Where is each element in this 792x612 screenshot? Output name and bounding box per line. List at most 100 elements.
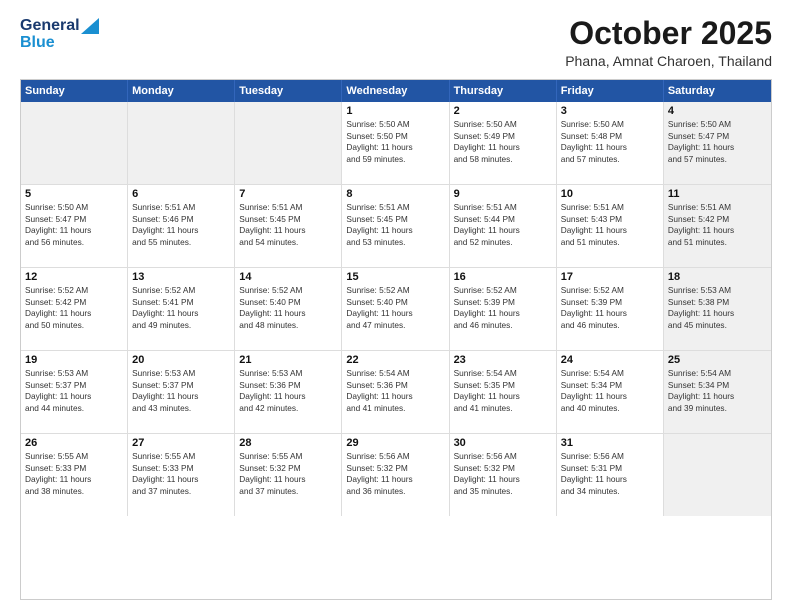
calendar-cell: 24Sunrise: 5:54 AMSunset: 5:34 PMDayligh… <box>557 351 664 433</box>
cell-info-line: and 48 minutes. <box>239 320 337 332</box>
cell-info-line: and 41 minutes. <box>346 403 444 415</box>
cell-info-line: Sunset: 5:46 PM <box>132 214 230 226</box>
cell-info-line: Daylight: 11 hours <box>454 142 552 154</box>
calendar-cell: 31Sunrise: 5:56 AMSunset: 5:31 PMDayligh… <box>557 434 664 516</box>
calendar-cell: 18Sunrise: 5:53 AMSunset: 5:38 PMDayligh… <box>664 268 771 350</box>
cell-info-line: Sunrise: 5:51 AM <box>132 202 230 214</box>
cell-info-line: Sunset: 5:45 PM <box>346 214 444 226</box>
calendar-week: 19Sunrise: 5:53 AMSunset: 5:37 PMDayligh… <box>21 351 771 434</box>
calendar-cell: 1Sunrise: 5:50 AMSunset: 5:50 PMDaylight… <box>342 102 449 184</box>
calendar-cell: 12Sunrise: 5:52 AMSunset: 5:42 PMDayligh… <box>21 268 128 350</box>
calendar-cell: 19Sunrise: 5:53 AMSunset: 5:37 PMDayligh… <box>21 351 128 433</box>
calendar-body: 1 Sunrise: 5:50 AM Sunset: 5:50 PM Daylight… <box>21 102 771 516</box>
cell-info-line: Daylight: 11 hours <box>239 308 337 320</box>
cell-info-line: and 57 minutes. <box>561 154 659 166</box>
cell-info-line: Sunset: 5:40 PM <box>239 297 337 309</box>
cell-info-line: and 39 minutes. <box>668 403 767 415</box>
cell-info-line: Sunrise: 5:51 AM <box>454 202 552 214</box>
cell-info-line: and 51 minutes. <box>668 237 767 249</box>
calendar-cell: 22Sunrise: 5:54 AMSunset: 5:36 PMDayligh… <box>342 351 449 433</box>
cell-info-line: Daylight: 11 hours <box>668 142 767 154</box>
weekday-header: Sunday <box>21 80 128 102</box>
calendar-cell: 14Sunrise: 5:52 AMSunset: 5:40 PMDayligh… <box>235 268 342 350</box>
day-number: 23 <box>454 354 552 366</box>
cell-info-line: Sunset: 5:43 PM <box>561 214 659 226</box>
cell-info-line: Daylight: 11 hours <box>239 474 337 486</box>
day-number: 29 <box>346 437 444 449</box>
cell-info-line: and 44 minutes. <box>25 403 123 415</box>
logo-blue: Blue <box>20 33 99 52</box>
calendar-cell: 17 Sunrise: 5:52 AMSunset: 5:39 PMDayligh… <box>557 268 664 350</box>
cell-info-line: Sunset: 5:47 PM <box>668 131 767 143</box>
cell-info-line: and 51 minutes. <box>561 237 659 249</box>
main-title: October 2025 <box>565 16 772 51</box>
cell-info-line: Daylight: 11 hours <box>346 225 444 237</box>
cell-info-line: Sunset: 5:33 PM <box>132 463 230 475</box>
cell-info-line: Sunrise: 5:52 AM <box>239 285 337 297</box>
cell-info-line: Sunset: 5:49 PM <box>454 131 552 143</box>
cell-info-line: Sunrise: 5:52 AM <box>132 285 230 297</box>
day-number: 2 <box>454 105 552 117</box>
cell-info-line: Daylight: 11 hours <box>132 225 230 237</box>
cell-info-line: Daylight: 11 hours <box>454 225 552 237</box>
day-number: 8 <box>346 188 444 200</box>
cell-info-line: Sunrise: 5:53 AM <box>25 368 123 380</box>
cell-info-line: Daylight: 11 hours <box>25 225 123 237</box>
cell-info-line: Sunset: 5:39 PM <box>561 297 659 309</box>
calendar-cell <box>664 434 771 516</box>
day-number: 13 <box>132 271 230 283</box>
cell-info-line: Daylight: 11 hours <box>25 391 123 403</box>
day-number: 6 <box>132 188 230 200</box>
cell-info-line: and 52 minutes. <box>454 237 552 249</box>
cell-info-line: and 55 minutes. <box>132 237 230 249</box>
cell-info-line: Daylight: 11 hours <box>239 391 337 403</box>
day-number: 4 <box>668 105 767 117</box>
day-number: 18 <box>668 271 767 283</box>
day-number: 9 <box>454 188 552 200</box>
cell-info-line: and 36 minutes. <box>346 486 444 498</box>
cell-info-line: Sunset: 5:48 PM <box>561 131 659 143</box>
cell-info-line: and 58 minutes. <box>454 154 552 166</box>
calendar-cell <box>235 102 342 184</box>
cell-info-line: Sunrise: 5:50 AM <box>25 202 123 214</box>
cell-info-line: Sunset: 5:44 PM <box>454 214 552 226</box>
weekday-header: Saturday <box>664 80 771 102</box>
day-number: 31 <box>561 437 659 449</box>
calendar-week: 26Sunrise: 5:55 AMSunset: 5:33 PMDayligh… <box>21 434 771 516</box>
weekday-header: Friday <box>557 80 664 102</box>
cell-info-line: Sunset: 5:42 PM <box>668 214 767 226</box>
cell-info-line: Sunset: 5:40 PM <box>346 297 444 309</box>
cell-info-line: and 49 minutes. <box>132 320 230 332</box>
cell-info-line: Sunrise: 5:51 AM <box>561 202 659 214</box>
title-block: October 2025 Phana, Amnat Charoen, Thail… <box>565 16 772 69</box>
day-number: 17 <box>561 271 659 283</box>
cell-info-line: and 59 minutes. <box>346 154 444 166</box>
calendar-week: 12Sunrise: 5:52 AMSunset: 5:42 PMDayligh… <box>21 268 771 351</box>
cell-info-line: Sunset: 5:36 PM <box>346 380 444 392</box>
calendar-cell: 2Sunrise: 5:50 AMSunset: 5:49 PMDaylight… <box>450 102 557 184</box>
calendar-cell: 23Sunrise: 5:54 AMSunset: 5:35 PMDayligh… <box>450 351 557 433</box>
calendar-cell: 15Sunrise: 5:52 AMSunset: 5:40 PMDayligh… <box>342 268 449 350</box>
cell-info-line: Sunset: 5:50 PM <box>346 131 444 143</box>
cell-info-line: Sunrise: 5:52 AM <box>561 285 659 297</box>
day-number: 1 <box>346 105 444 117</box>
cell-info-line: Sunset: 5:33 PM <box>25 463 123 475</box>
calendar-cell: 4Sunrise: 5:50 AMSunset: 5:47 PMDaylight… <box>664 102 771 184</box>
cell-info-line: and 37 minutes. <box>132 486 230 498</box>
cell-info-line: Daylight: 11 hours <box>454 391 552 403</box>
cell-info-line: Sunset: 5:36 PM <box>239 380 337 392</box>
day-number: 25 <box>668 354 767 366</box>
cell-info-line: Sunset: 5:34 PM <box>561 380 659 392</box>
day-number: 19 <box>25 354 123 366</box>
cell-info-line: Daylight: 11 hours <box>668 225 767 237</box>
cell-info-line: Sunrise: 5:52 AM <box>25 285 123 297</box>
cell-info-line: Sunrise: 5:50 AM <box>561 119 659 131</box>
calendar-cell: 21Sunrise: 5:53 AMSunset: 5:36 PMDayligh… <box>235 351 342 433</box>
calendar-week: 5Sunrise: 5:50 AMSunset: 5:47 PMDaylight… <box>21 185 771 268</box>
weekday-header: Wednesday <box>342 80 449 102</box>
cell-info-line: Daylight: 11 hours <box>561 308 659 320</box>
cell-info-line: and 34 minutes. <box>561 486 659 498</box>
cell-info-line: and 46 minutes. <box>561 320 659 332</box>
cell-info-line: Daylight: 11 hours <box>454 308 552 320</box>
cell-info-line: and 37 minutes. <box>239 486 337 498</box>
